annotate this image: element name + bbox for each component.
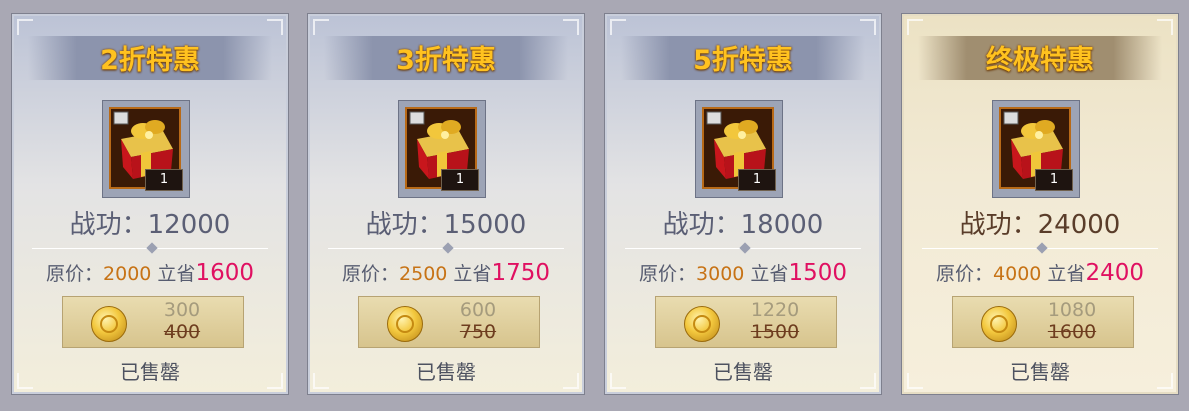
corner-ornament bbox=[610, 19, 626, 35]
offer-card-3: 5折特惠 1 战功：18000 原价：3000 立省1500 1220 1500… bbox=[604, 13, 882, 395]
offer-title: 5折特惠 bbox=[693, 45, 793, 76]
previous-price: 1600 bbox=[1047, 321, 1097, 343]
offer-card-2: 3折特惠 1 战功：15000 原价：2500 立省1750 600 750 已… bbox=[307, 13, 585, 395]
original-price-label: 原价： bbox=[46, 263, 104, 285]
battle-merit-label: 战功： bbox=[69, 210, 148, 240]
corner-ornament bbox=[313, 19, 329, 35]
gold-coin-icon bbox=[981, 306, 1017, 342]
offer-card-4: 终极特惠 1 战功：24000 原价：4000 立省2400 1080 1600… bbox=[901, 13, 1179, 395]
save-label: 立省 bbox=[750, 263, 789, 285]
save-label: 立省 bbox=[453, 263, 492, 285]
corner-ornament bbox=[17, 19, 33, 35]
divider-ornament bbox=[739, 242, 751, 254]
offer-title: 2折特惠 bbox=[100, 45, 200, 76]
battle-merit-label: 战功： bbox=[959, 210, 1038, 240]
coin-face bbox=[990, 315, 1008, 333]
gold-coin-icon bbox=[387, 306, 423, 342]
buy-button[interactable]: 300 400 bbox=[62, 296, 244, 348]
save-label: 立省 bbox=[1047, 263, 1086, 285]
current-price: 1220 bbox=[750, 299, 800, 321]
save-value: 2400 bbox=[1085, 260, 1144, 286]
previous-price: 400 bbox=[163, 321, 201, 343]
battle-merit-label: 战功： bbox=[365, 210, 444, 240]
current-price: 600 bbox=[459, 299, 497, 321]
battle-merit-value: 12000 bbox=[147, 210, 231, 240]
battle-merit-line: 战功：12000 bbox=[14, 204, 286, 241]
item-slot[interactable]: 1 bbox=[992, 100, 1080, 198]
battle-merit-value: 18000 bbox=[740, 210, 824, 240]
offer-card-1: 2折特惠 1 战功：12000 原价：2000 立省1600 300 400 已… bbox=[11, 13, 289, 395]
item-count-badge: 1 bbox=[145, 169, 183, 191]
current-price: 300 bbox=[163, 299, 201, 321]
save-value: 1750 bbox=[491, 260, 550, 286]
divider-ornament bbox=[442, 242, 454, 254]
original-price-value: 2000 bbox=[103, 263, 152, 285]
buy-button[interactable]: 1080 1600 bbox=[952, 296, 1134, 348]
item-count-badge: 1 bbox=[1035, 169, 1073, 191]
offer-title: 3折特惠 bbox=[396, 45, 496, 76]
battle-merit-line: 战功：18000 bbox=[607, 204, 879, 241]
save-value: 1500 bbox=[788, 260, 847, 286]
corner-ornament bbox=[860, 19, 876, 35]
item-slot[interactable]: 1 bbox=[398, 100, 486, 198]
battle-merit-line: 战功：24000 bbox=[904, 204, 1176, 241]
price-line: 原价：2000 立省1600 bbox=[14, 259, 286, 286]
buy-button[interactable]: 600 750 bbox=[358, 296, 540, 348]
battle-merit-value: 24000 bbox=[1037, 210, 1121, 240]
item-count-badge: 1 bbox=[441, 169, 479, 191]
item-slot[interactable]: 1 bbox=[102, 100, 190, 198]
original-price-label: 原价： bbox=[936, 263, 994, 285]
corner-ornament bbox=[1157, 19, 1173, 35]
battle-merit-value: 15000 bbox=[443, 210, 527, 240]
previous-price: 750 bbox=[459, 321, 497, 343]
coin-face bbox=[396, 315, 414, 333]
original-price-value: 2500 bbox=[399, 263, 448, 285]
divider-ornament bbox=[146, 242, 158, 254]
battle-merit-line: 战功：15000 bbox=[310, 204, 582, 241]
sold-out-status: 已售罄 bbox=[120, 360, 180, 384]
buy-button[interactable]: 1220 1500 bbox=[655, 296, 837, 348]
item-slot[interactable]: 1 bbox=[695, 100, 783, 198]
offer-title: 终极特惠 bbox=[986, 45, 1094, 76]
original-price-value: 4000 bbox=[993, 263, 1042, 285]
save-value: 1600 bbox=[195, 260, 254, 286]
corner-ornament bbox=[563, 19, 579, 35]
price-line: 原价：4000 立省2400 bbox=[904, 259, 1176, 286]
sold-out-status: 已售罄 bbox=[713, 360, 773, 384]
gold-coin-icon bbox=[684, 306, 720, 342]
divider-ornament bbox=[1036, 242, 1048, 254]
coin-face bbox=[693, 315, 711, 333]
corner-ornament bbox=[907, 19, 923, 35]
sold-out-status: 已售罄 bbox=[416, 360, 476, 384]
coin-face bbox=[100, 315, 118, 333]
item-count-badge: 1 bbox=[738, 169, 776, 191]
original-price-value: 3000 bbox=[696, 263, 745, 285]
current-price: 1080 bbox=[1047, 299, 1097, 321]
battle-merit-label: 战功： bbox=[662, 210, 741, 240]
original-price-label: 原价： bbox=[342, 263, 400, 285]
price-line: 原价：3000 立省1500 bbox=[607, 259, 879, 286]
original-price-label: 原价： bbox=[639, 263, 697, 285]
save-label: 立省 bbox=[157, 263, 196, 285]
gold-coin-icon bbox=[91, 306, 127, 342]
previous-price: 1500 bbox=[750, 321, 800, 343]
sold-out-status: 已售罄 bbox=[1010, 360, 1070, 384]
price-line: 原价：2500 立省1750 bbox=[310, 259, 582, 286]
offer-stage: 2折特惠 1 战功：12000 原价：2000 立省1600 300 400 已… bbox=[0, 0, 1189, 411]
corner-ornament bbox=[267, 19, 283, 35]
